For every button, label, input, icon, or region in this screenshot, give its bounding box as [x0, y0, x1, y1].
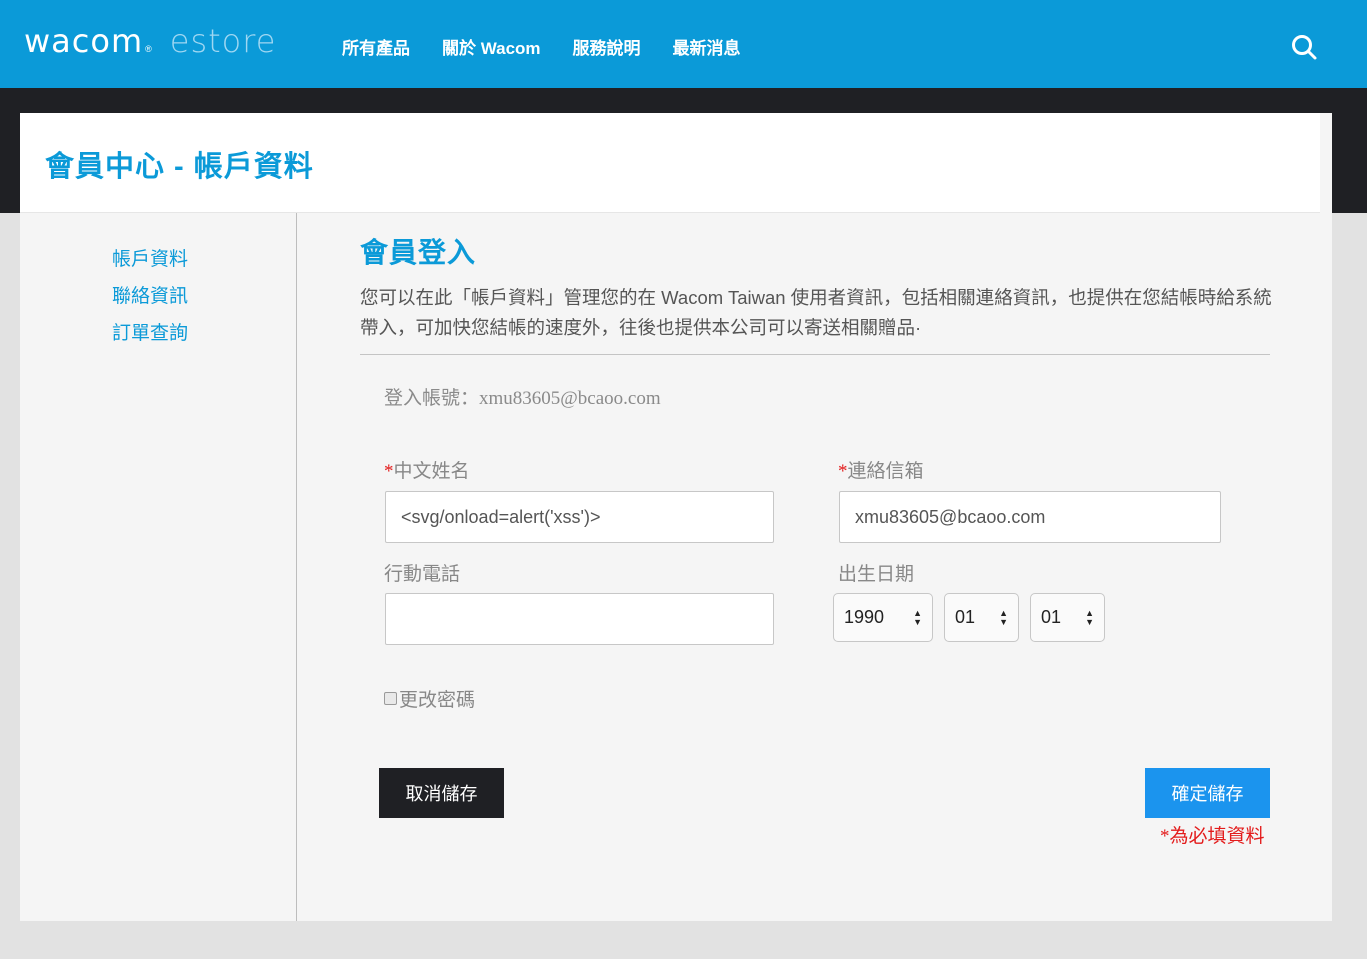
login-account-text: 登入帳號：xmu83605@bcaoo.com: [384, 388, 661, 409]
required-fields-note: *為必填資料: [1160, 826, 1265, 847]
nav-item-service-info[interactable]: 服務說明: [573, 34, 641, 59]
birth-year-select[interactable]: 1990 ▲ ▼: [833, 593, 933, 642]
sidebar-item-contact-info[interactable]: 聯絡資訊: [112, 281, 188, 308]
nav-item-all-products[interactable]: 所有產品: [342, 34, 410, 59]
name-field[interactable]: [385, 491, 774, 543]
intro-text: 您可以在此「帳戶資料」管理您的在 Wacom Taiwan 使用者資訊，包括相關…: [360, 287, 1272, 338]
sidebar-item-account-info[interactable]: 帳戶資料: [112, 244, 188, 271]
panel-header: 會員中心 - 帳戶資料: [20, 113, 1320, 213]
birth-day-select[interactable]: 01 ▲ ▼: [1030, 593, 1105, 642]
section-divider: [360, 354, 1270, 355]
main-nav: 所有產品 關於 Wacom 服務說明 最新消息: [342, 34, 773, 59]
required-asterisk: *: [838, 461, 848, 482]
phone-input[interactable]: [401, 608, 758, 630]
search-icon[interactable]: [1290, 33, 1318, 61]
section-title: 會員登入: [360, 237, 477, 268]
name-input[interactable]: [401, 506, 758, 528]
name-label-text: 中文姓名: [393, 461, 470, 482]
email-label: *連絡信箱: [838, 456, 924, 483]
select-arrows-icon: ▲ ▼: [999, 607, 1008, 627]
email-label-text: 連絡信箱: [847, 461, 924, 482]
account-sidebar: 帳戶資料 聯絡資訊 訂單查詢: [20, 213, 297, 921]
phone-label: 行動電話: [384, 564, 461, 585]
change-password-checkbox[interactable]: [384, 692, 397, 705]
email-input[interactable]: [855, 506, 1205, 528]
nav-item-latest-news[interactable]: 最新消息: [673, 34, 741, 59]
cancel-save-button[interactable]: 取消儲存: [379, 768, 504, 818]
birth-month-select[interactable]: 01 ▲ ▼: [944, 593, 1019, 642]
logo-estore-text: estore: [169, 22, 277, 60]
birthday-label: 出生日期: [838, 564, 915, 585]
page-title: 會員中心 - 帳戶資料: [45, 151, 314, 183]
birth-month-value: 01: [955, 607, 976, 627]
wacom-estore-logo[interactable]: wacom ® estore: [24, 22, 276, 62]
required-asterisk: *: [384, 461, 394, 482]
change-password-label: 更改密碼: [399, 690, 476, 711]
top-navbar: wacom ® estore 所有產品 關於 Wacom 服務說明 最新消息: [0, 0, 1367, 88]
main-panel: 會員中心 - 帳戶資料 帳戶資料 聯絡資訊 訂單查詢 會員登入 您可以在此「帳戶…: [20, 113, 1332, 921]
select-arrows-icon: ▲ ▼: [913, 607, 922, 627]
birth-day-value: 01: [1041, 607, 1062, 627]
change-password-option[interactable]: 更改密碼: [384, 685, 475, 712]
nav-item-about-wacom[interactable]: 關於 Wacom: [442, 34, 541, 59]
phone-field[interactable]: [385, 593, 774, 645]
name-label: *中文姓名: [384, 456, 470, 483]
logo-registered-mark: ®: [145, 44, 152, 54]
logo-wacom-text: wacom: [24, 22, 144, 60]
email-field[interactable]: [839, 491, 1221, 543]
birth-year-value: 1990: [844, 607, 885, 627]
sidebar-item-order-query[interactable]: 訂單查詢: [112, 318, 188, 345]
confirm-save-button[interactable]: 確定儲存: [1145, 768, 1270, 818]
select-arrows-icon: ▲ ▼: [1085, 607, 1094, 627]
